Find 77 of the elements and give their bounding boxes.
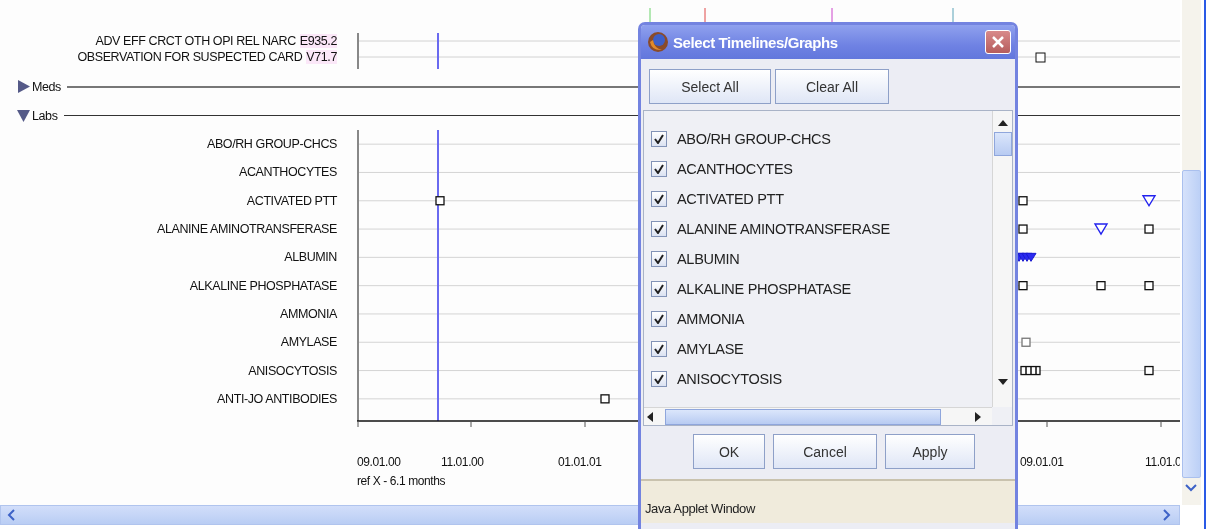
diagnosis-label: ADV EFF CRCT OTH OPI REL NARC E935.2 — [95, 33, 337, 49]
close-button[interactable] — [985, 30, 1011, 54]
ok-button[interactable]: OK — [693, 434, 765, 469]
checkbox[interactable] — [651, 251, 667, 267]
select-all-button[interactable]: Select All — [649, 69, 771, 104]
square-marker[interactable] — [1144, 224, 1154, 234]
lab-label: ALANINE AMINOTRANSFERASE — [156, 221, 337, 239]
scrollbar-thumb[interactable] — [993, 132, 1012, 156]
square-marker[interactable] — [600, 394, 610, 404]
timeline-option-label: AMYLASE — [677, 341, 744, 357]
reference-label: ref X - 6.1 months — [357, 474, 446, 488]
lab-label: ANISOCYTOSIS — [248, 362, 337, 380]
lab-label: ALBUMIN — [284, 249, 337, 267]
square-marker[interactable] — [1021, 337, 1031, 347]
checkbox[interactable] — [651, 191, 667, 207]
lab-label: AMMONIA — [280, 305, 337, 323]
close-icon — [990, 34, 1006, 50]
checkbox[interactable] — [651, 281, 667, 297]
timeline-option-label: ALBUMIN — [677, 251, 740, 267]
collapse-arrow-icon[interactable] — [17, 109, 30, 122]
lab-label: ACTIVATED PTT — [246, 192, 337, 210]
square-marker[interactable] — [1018, 281, 1028, 291]
axis-tick-label: 09.01.01 — [1020, 455, 1064, 469]
group-label[interactable]: Meds — [32, 79, 61, 94]
square-marker[interactable] — [1018, 196, 1028, 206]
clear-all-button[interactable]: Clear All — [775, 69, 889, 104]
checkbox[interactable] — [651, 161, 667, 177]
scrollbar-thumb[interactable] — [665, 408, 941, 425]
applet-window-label: Java Applet Window — [645, 501, 755, 516]
square-marker[interactable] — [1035, 52, 1046, 63]
timeline-option-label: AMMONIA — [677, 311, 745, 327]
lab-label: ABO/RH GROUP-CHCS — [206, 136, 337, 154]
timeline-option-label: ABO/RH GROUP-CHCS — [677, 131, 831, 147]
vertical-scrollbar[interactable] — [1182, 0, 1201, 505]
checkbox[interactable] — [651, 341, 667, 357]
dialog-title: Select Timelines/Graphs — [673, 33, 839, 51]
square-marker[interactable] — [435, 196, 445, 206]
axis-tick-label: 09.01.00 — [357, 455, 401, 469]
square-marker[interactable] — [1096, 281, 1106, 291]
checkbox[interactable] — [651, 371, 667, 387]
timeline-option-label: ACTIVATED PTT — [677, 191, 784, 207]
scrollbar-thumb[interactable] — [1182, 170, 1201, 478]
timeline-option-label: ACANTHOCYTES — [677, 161, 793, 177]
apply-button[interactable]: Apply — [885, 434, 975, 469]
axis-tick-label: 11.01.00 — [441, 455, 484, 469]
cancel-button[interactable]: Cancel — [773, 434, 877, 469]
triangle-marker[interactable] — [1141, 195, 1157, 208]
scroll-down-icon — [1185, 484, 1197, 492]
axis-tick-label: 01.01.01 — [558, 455, 602, 469]
lab-label: AMYLASE — [280, 334, 337, 352]
diagnosis-label: OBSERVATION FOR SUSPECTED CARD V71.7 — [77, 49, 337, 65]
triangle-marker[interactable] — [1093, 223, 1109, 236]
scroll-right-icon — [975, 411, 981, 422]
square-marker-cluster[interactable] — [1020, 365, 1041, 376]
timeline-option-label: ALKALINE PHOSPHATASE — [677, 281, 851, 297]
checkbox[interactable] — [651, 131, 667, 147]
lab-label: ANTI-JO ANTIBODIES — [217, 390, 337, 408]
group-label[interactable]: Labs — [32, 108, 58, 123]
timeline-option-label: ALANINE AMINOTRANSFERASE — [677, 221, 890, 237]
scroll-down-icon — [997, 379, 1008, 385]
expand-arrow-icon[interactable] — [17, 80, 30, 93]
timeline-option-label: ANISOCYTOSIS — [677, 371, 782, 387]
horizontal-scrollbar[interactable] — [644, 407, 992, 425]
scroll-left-icon — [7, 509, 15, 521]
globe-icon — [647, 31, 669, 53]
checkbox[interactable] — [651, 311, 667, 327]
square-marker[interactable] — [1018, 224, 1028, 234]
scroll-right-icon — [1163, 509, 1171, 521]
scroll-up-icon — [997, 120, 1008, 126]
square-marker[interactable] — [1144, 365, 1154, 376]
scroll-left-icon — [647, 411, 653, 422]
square-marker[interactable] — [1144, 281, 1154, 291]
lab-label: ALKALINE PHOSPHATASE — [189, 277, 337, 295]
vertical-scrollbar[interactable] — [992, 111, 1012, 407]
axis-tick-label: 11.01.0 — [1145, 455, 1180, 469]
lab-label: ACANTHOCYTES — [239, 164, 337, 182]
checkbox[interactable] — [651, 221, 667, 237]
